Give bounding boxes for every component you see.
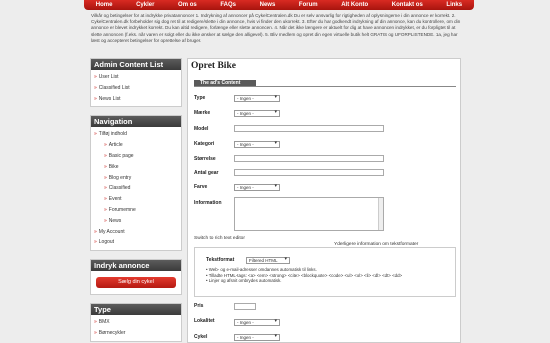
nav-news[interactable]: News (260, 2, 276, 8)
navigation-title: Navigation (91, 116, 181, 128)
textarea-scrollbar[interactable] (378, 198, 383, 230)
arrow-icon: » (94, 329, 97, 336)
my-account-link[interactable]: » My Account (94, 227, 178, 238)
arrow-icon: » (104, 185, 107, 192)
sidebar: Admin Content List » User List » Classifie… (90, 58, 182, 343)
maerke-label: Mærke (194, 110, 211, 116)
type-block: Type » BMX » Børnecykler (90, 303, 182, 342)
indryk-annonce-block: Indryk annonce Sælg din cykel (90, 259, 182, 296)
stoerrelse-input[interactable] (234, 155, 384, 162)
information-textarea[interactable] (234, 197, 384, 231)
maerke-select[interactable]: - Ingen - (234, 110, 280, 117)
top-navigation: Home Cykler Om os FAQs News Forum Alt Ko… (84, 0, 474, 10)
farve-select[interactable]: - Ingen - (234, 184, 280, 191)
arrow-icon: » (104, 152, 107, 159)
pris-input[interactable] (234, 303, 256, 310)
cykel-select[interactable]: - Ingen - (234, 334, 280, 341)
arrow-icon: » (94, 84, 97, 91)
antal-gear-input[interactable] (234, 169, 384, 176)
kategori-label: Kategori (194, 141, 215, 147)
main-content: Opret Bike The ad's Content Type - Ingen… (187, 58, 461, 343)
nav-links[interactable]: Links (446, 2, 462, 8)
type-select[interactable]: - Ingen - (234, 95, 280, 102)
model-input[interactable] (234, 125, 384, 132)
logout-link[interactable]: » Logout (94, 237, 178, 248)
arrow-icon: » (94, 239, 97, 246)
kategori-select[interactable]: - Ingen - (234, 141, 280, 148)
arrow-icon: » (104, 206, 107, 213)
section-divider (194, 86, 456, 87)
nav-forum[interactable]: Forum (299, 2, 318, 8)
lokalitet-select[interactable]: - Ingen - (234, 319, 280, 326)
antal-gear-label: Antal gear (194, 170, 219, 176)
arrow-icon: » (104, 142, 107, 149)
arrow-icon: » (94, 74, 97, 80)
navigation-block: Navigation » Tilføj indhold » Article » Bas… (90, 115, 182, 252)
nav-cykler[interactable]: Cykler (136, 2, 154, 8)
type-bmx-link[interactable]: » BMX (94, 317, 178, 328)
format-tip: Linjer og afsnit ombrydes automatisk. (206, 278, 426, 284)
page-title: Opret Bike (191, 61, 236, 71)
type-boernecykler-link[interactable]: » Børnecykler (94, 328, 178, 339)
model-label: Model (194, 126, 209, 132)
format-tips: Web- og e-mail-adresser omdannes automat… (206, 267, 426, 284)
nav-event-link[interactable]: » Event (94, 194, 178, 205)
arrow-icon: » (104, 163, 107, 170)
nav-kontakt-os[interactable]: Kontakt os (392, 2, 423, 8)
stoerrelse-label: Størrelse (194, 156, 216, 162)
nav-om-os[interactable]: Om os (178, 2, 197, 8)
news-list-link[interactable]: » News List (94, 94, 178, 105)
add-content-link[interactable]: » Tilføj indhold (94, 129, 178, 140)
arrow-icon: » (104, 196, 107, 203)
farve-label: Farve (194, 184, 208, 190)
arrow-icon: » (94, 319, 97, 326)
nav-home[interactable]: Home (96, 2, 113, 8)
admin-content-title: Admin Content List (91, 59, 181, 70)
arrow-icon: » (94, 95, 97, 102)
information-label: Information (194, 200, 222, 206)
nav-faqs[interactable]: FAQs (220, 2, 236, 8)
rich-text-toggle[interactable]: Switch to rich text editor (194, 236, 245, 241)
nav-alt-konto[interactable]: Alt Konto (341, 2, 368, 8)
lokalitet-label: Lokalitet (194, 318, 215, 324)
nav-classified-link[interactable]: » Classified (94, 183, 178, 194)
arrow-icon: » (94, 228, 97, 235)
arrow-icon: » (104, 174, 107, 181)
admin-content-block: Admin Content List » User List » Classifie… (90, 58, 182, 108)
user-list-link[interactable]: » User List (94, 72, 178, 83)
textformat-select[interactable]: Filtered HTML (246, 257, 290, 264)
terms-text: Vilkår og betingelser for at indrykke pr… (91, 13, 461, 43)
cykel-label: Cykel (194, 334, 208, 340)
nav-article-link[interactable]: » Article (94, 140, 178, 151)
textformat-label: Tekstformat (206, 257, 235, 263)
nav-blog-entry-link[interactable]: » Blog entry (94, 173, 178, 184)
nav-news-link[interactable]: » News (94, 216, 178, 227)
nav-bike-link[interactable]: » Bike (94, 162, 178, 173)
type-title: Type (91, 304, 181, 316)
arrow-icon: » (104, 217, 107, 224)
nav-basic-page-link[interactable]: » Basic page (94, 151, 178, 162)
arrow-icon: » (94, 131, 97, 138)
classified-list-link[interactable]: » Classified List (94, 83, 178, 94)
sell-bike-button[interactable]: Sælg din cykel (96, 277, 176, 289)
type-label: Type (194, 95, 206, 101)
pris-label: Pris (194, 303, 204, 309)
indryk-annonce-title: Indryk annonce (91, 260, 181, 272)
nav-forumemne-link[interactable]: » Forumemne (94, 205, 178, 216)
